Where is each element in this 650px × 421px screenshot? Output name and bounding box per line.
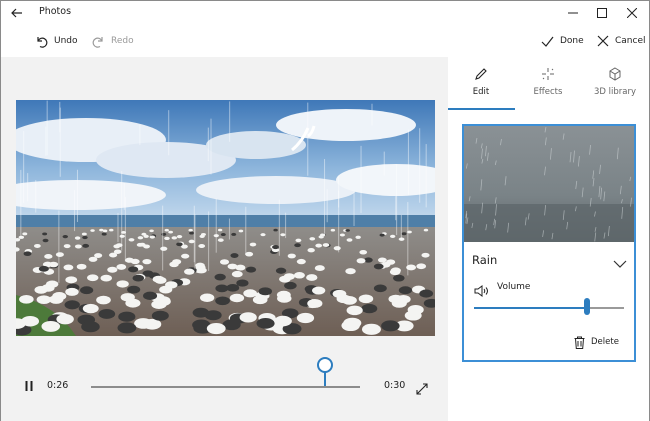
expand-icon — [416, 383, 428, 395]
volume-slider[interactable] — [474, 307, 624, 309]
total-time: 0:30 — [384, 380, 406, 391]
speaker-icon — [474, 285, 488, 297]
maximize-icon — [597, 8, 607, 18]
volume-button[interactable] — [474, 282, 490, 297]
video-stage: 0:26 0:30 — [1, 57, 448, 421]
close-icon — [627, 8, 637, 18]
pause-icon — [25, 381, 33, 391]
cancel-button[interactable]: Cancel — [597, 31, 646, 51]
effect-dropdown-button[interactable] — [613, 254, 627, 268]
seek-bar[interactable] — [91, 386, 360, 388]
chevron-down-icon — [613, 260, 627, 268]
active-tab-indicator — [448, 108, 515, 110]
tab-label: Edit — [472, 87, 490, 97]
title-bar: Photos — [1, 1, 649, 25]
checkmark-icon — [541, 36, 554, 47]
volume-thumb[interactable] — [583, 298, 590, 315]
app-title: Photos — [39, 6, 72, 17]
undo-button[interactable]: Undo — [35, 31, 78, 51]
undo-icon — [37, 36, 48, 48]
effect-card-rain[interactable]: Rain Volume Delete — [462, 124, 636, 362]
cube-icon — [609, 67, 621, 81]
minimize-button[interactable] — [559, 1, 587, 25]
back-arrow-icon — [11, 8, 22, 18]
photos-window: Photos Undo Redo Done Cancel 0:26 0:30 E… — [0, 0, 650, 421]
redo-button[interactable]: Redo — [92, 31, 134, 51]
edit-toolbar: Undo Redo Done Cancel — [1, 25, 649, 57]
pencil-icon — [475, 68, 487, 80]
seek-indicator — [324, 372, 327, 386]
seek-thumb[interactable] — [317, 357, 334, 373]
redo-label: Redo — [111, 36, 134, 46]
expand-button[interactable] — [416, 380, 428, 395]
close-window-button[interactable] — [618, 1, 646, 25]
pause-button[interactable] — [23, 380, 35, 392]
effect-name: Rain — [472, 253, 498, 267]
rain-thumbnail-image — [464, 126, 634, 242]
minimize-icon — [568, 12, 578, 14]
trash-icon — [574, 336, 585, 349]
cancel-label: Cancel — [615, 36, 646, 46]
done-button[interactable]: Done — [541, 31, 584, 51]
back-button[interactable] — [7, 3, 27, 23]
done-label: Done — [560, 36, 584, 46]
tab-label: Effects — [533, 87, 563, 97]
side-panel: Edit Effects 3D library Rain Volume Dele… — [448, 57, 649, 421]
maximize-button[interactable] — [588, 1, 616, 25]
volume-label: Volume — [497, 282, 531, 292]
undo-label: Undo — [54, 36, 78, 46]
video-frame-image — [16, 100, 435, 336]
tab-edit[interactable]: Edit — [448, 63, 514, 109]
video-preview[interactable] — [16, 100, 435, 336]
current-time: 0:26 — [47, 380, 69, 391]
delete-effect-button[interactable]: Delete — [574, 334, 619, 350]
sparkle-icon — [542, 68, 554, 80]
tab-label: 3D library — [593, 87, 636, 97]
volume-fill — [474, 307, 587, 309]
effect-thumbnail — [464, 126, 634, 242]
tab-effects[interactable]: Effects — [515, 63, 581, 109]
redo-icon — [92, 36, 103, 48]
x-icon — [597, 35, 609, 47]
delete-label: Delete — [591, 337, 619, 347]
tab-3d-library[interactable]: 3D library — [582, 63, 648, 109]
